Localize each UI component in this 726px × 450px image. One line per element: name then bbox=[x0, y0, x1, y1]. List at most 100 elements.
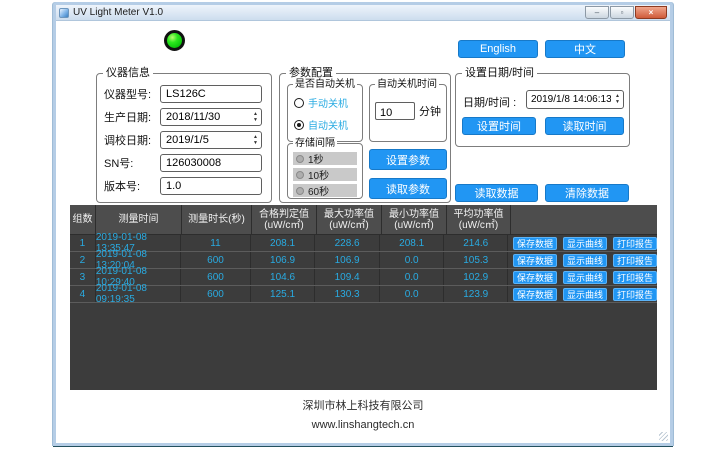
window-controls: – ▫ × bbox=[585, 6, 667, 19]
company-website: www.linshangtech.cn bbox=[56, 419, 670, 431]
device-model-row: 仪器型号: bbox=[104, 85, 262, 103]
print-report-button[interactable]: 打印报告 bbox=[613, 254, 657, 267]
header-avg: 平均功率值(uW/c㎡) bbox=[447, 205, 511, 234]
device-model-field bbox=[160, 85, 262, 103]
production-date-input[interactable] bbox=[161, 109, 261, 125]
table-header: 组数 测量时间 测量时长(秒) 合格判定值(uW/c㎡) 最大功率值(uW/c㎡… bbox=[70, 205, 657, 235]
radio-disabled-icon[interactable] bbox=[296, 171, 304, 179]
datetime-group: 设置日期/时间 日期/时间 : ▲▼ bbox=[455, 73, 630, 147]
save-data-button[interactable]: 保存数据 bbox=[513, 237, 557, 250]
read-params-button[interactable]: 读取参数 bbox=[369, 178, 447, 199]
close-icon[interactable]: × bbox=[635, 6, 667, 19]
measurement-table: 组数 测量时间 测量时长(秒) 合格判定值(uW/c㎡) 最大功率值(uW/c㎡… bbox=[70, 205, 657, 390]
header-min: 最小功率值(uW/c㎡) bbox=[382, 205, 447, 234]
datetime-legend: 设置日期/时间 bbox=[462, 67, 537, 79]
print-report-button[interactable]: 打印报告 bbox=[613, 271, 657, 284]
interval-10s-radio[interactable]: 10秒 bbox=[293, 168, 357, 181]
calibration-date-input[interactable] bbox=[161, 132, 261, 148]
chinese-language-button[interactable]: 中文 bbox=[545, 40, 625, 58]
read-data-button[interactable]: 读取数据 bbox=[455, 184, 538, 202]
resize-grip[interactable] bbox=[659, 432, 668, 441]
header-duration: 测量时长(秒) bbox=[182, 205, 252, 234]
datetime-input[interactable] bbox=[527, 91, 623, 108]
auto-off-radio[interactable]: 自动关机 bbox=[294, 117, 348, 132]
radio-unselected-icon[interactable] bbox=[294, 98, 304, 108]
version-label: 版本号: bbox=[104, 178, 160, 194]
spin-down-icon[interactable]: ▼ bbox=[615, 99, 620, 105]
header-actions bbox=[511, 205, 657, 234]
version-input[interactable] bbox=[161, 178, 261, 194]
calibration-date-spinner[interactable]: ▲▼ bbox=[253, 133, 258, 147]
save-data-button[interactable]: 保存数据 bbox=[513, 288, 557, 301]
spin-down-icon[interactable]: ▼ bbox=[253, 117, 258, 123]
auto-off-time-group: 自动关机时间 分钟 bbox=[369, 84, 447, 142]
auto-off-time-legend: 自动关机时间 bbox=[375, 79, 439, 90]
param-config-legend: 参数配置 bbox=[286, 67, 336, 79]
read-time-button[interactable]: 读取时间 bbox=[545, 117, 624, 135]
english-language-button[interactable]: English bbox=[458, 40, 538, 58]
auto-off-time-field bbox=[375, 102, 415, 120]
device-model-label: 仪器型号: bbox=[104, 86, 160, 102]
print-report-button[interactable]: 打印报告 bbox=[613, 237, 657, 250]
header-threshold: 合格判定值(uW/c㎡) bbox=[252, 205, 317, 234]
minimize-icon[interactable]: – bbox=[585, 6, 609, 19]
title-bar[interactable]: UV Light Meter V1.0 – ▫ × bbox=[56, 5, 670, 21]
calibration-date-field: ▲▼ bbox=[160, 131, 262, 149]
device-model-input[interactable] bbox=[161, 86, 261, 102]
device-info-legend: 仪器信息 bbox=[103, 67, 153, 79]
radio-disabled-icon[interactable] bbox=[296, 155, 304, 163]
auto-off-time-row: 分钟 bbox=[375, 102, 441, 120]
table-empty-area bbox=[70, 303, 657, 389]
window-title: UV Light Meter V1.0 bbox=[73, 5, 163, 21]
auto-off-mode-legend: 是否自动关机 bbox=[293, 79, 357, 90]
show-curve-button[interactable]: 显示曲线 bbox=[563, 271, 607, 284]
minutes-unit-label: 分钟 bbox=[419, 103, 441, 119]
calibration-date-label: 调校日期: bbox=[104, 132, 160, 148]
company-name: 深圳市林上科技有限公司 bbox=[56, 397, 670, 413]
save-data-button[interactable]: 保存数据 bbox=[513, 271, 557, 284]
production-date-spinner[interactable]: ▲▼ bbox=[253, 110, 258, 124]
interval-60s-radio[interactable]: 60秒 bbox=[293, 184, 357, 197]
spin-down-icon[interactable]: ▼ bbox=[253, 140, 258, 146]
production-date-row: 生产日期: ▲▼ bbox=[104, 108, 262, 126]
production-date-field: ▲▼ bbox=[160, 108, 262, 126]
param-config-group: 参数配置 是否自动关机 手动关机 自动关机 自动关机时间 bbox=[279, 73, 451, 203]
storage-interval-legend: 存储间隔 bbox=[293, 138, 337, 149]
set-params-button[interactable]: 设置参数 bbox=[369, 149, 447, 170]
table-row: 4 2019-01-08 09:19:35 600 125.1 130.3 0.… bbox=[70, 286, 657, 303]
serial-number-row: SN号: bbox=[104, 154, 262, 172]
show-curve-button[interactable]: 显示曲线 bbox=[563, 237, 607, 250]
manual-off-radio[interactable]: 手动关机 bbox=[294, 95, 348, 110]
interval-1s-radio[interactable]: 1秒 bbox=[293, 152, 357, 165]
datetime-field: ▲▼ bbox=[526, 90, 624, 109]
serial-number-input[interactable] bbox=[161, 155, 261, 171]
radio-selected-icon[interactable] bbox=[294, 120, 304, 130]
maximize-icon[interactable]: ▫ bbox=[610, 6, 634, 19]
client-area: English 中文 仪器信息 仪器型号: 生产日期: ▲▼ 调校日期: bbox=[56, 21, 670, 443]
print-report-button[interactable]: 打印报告 bbox=[613, 288, 657, 301]
header-max: 最大功率值(uW/c㎡) bbox=[317, 205, 382, 234]
auto-off-time-input[interactable] bbox=[376, 105, 414, 121]
set-time-button[interactable]: 设置时间 bbox=[462, 117, 536, 135]
device-info-group: 仪器信息 仪器型号: 生产日期: ▲▼ 调校日期: ▲▼ bbox=[96, 73, 272, 203]
show-curve-button[interactable]: 显示曲线 bbox=[563, 254, 607, 267]
clear-data-button[interactable]: 清除数据 bbox=[545, 184, 629, 202]
header-group: 组数 bbox=[70, 205, 96, 234]
serial-number-field bbox=[160, 154, 262, 172]
connection-status-led-icon bbox=[164, 30, 185, 51]
datetime-spinner[interactable]: ▲▼ bbox=[615, 92, 620, 106]
serial-number-label: SN号: bbox=[104, 155, 160, 171]
version-field bbox=[160, 177, 262, 195]
datetime-label: 日期/时间 : bbox=[463, 94, 516, 110]
auto-off-mode-group: 是否自动关机 手动关机 自动关机 bbox=[287, 84, 363, 142]
version-row: 版本号: bbox=[104, 177, 262, 195]
calibration-date-row: 调校日期: ▲▼ bbox=[104, 131, 262, 149]
app-window: UV Light Meter V1.0 – ▫ × English 中文 仪器信… bbox=[53, 2, 673, 446]
show-curve-button[interactable]: 显示曲线 bbox=[563, 288, 607, 301]
storage-interval-group: 存储间隔 1秒 10秒 60秒 bbox=[287, 143, 363, 199]
app-icon bbox=[59, 8, 69, 18]
radio-disabled-icon[interactable] bbox=[296, 187, 304, 195]
header-time: 测量时间 bbox=[96, 205, 182, 234]
production-date-label: 生产日期: bbox=[104, 109, 160, 125]
save-data-button[interactable]: 保存数据 bbox=[513, 254, 557, 267]
